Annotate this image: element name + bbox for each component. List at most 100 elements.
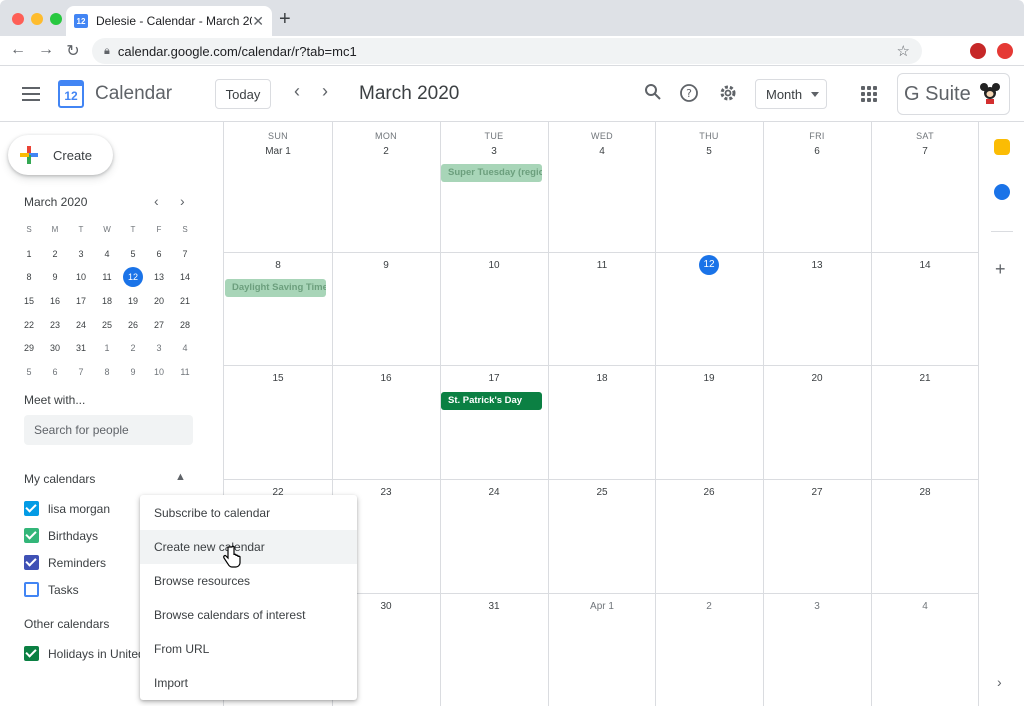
day-number[interactable]: 2 <box>332 146 440 157</box>
close-window-button[interactable] <box>12 13 24 25</box>
checkbox-icon[interactable] <box>24 555 39 570</box>
mini-day[interactable]: 4 <box>94 249 120 259</box>
other-calendars-title[interactable]: Other calendars <box>24 617 109 631</box>
avatar[interactable] <box>979 82 1001 106</box>
mini-day[interactable]: 18 <box>94 296 120 306</box>
calendar-item[interactable]: Birthdays <box>24 528 98 543</box>
checkbox-icon[interactable] <box>24 501 39 516</box>
calendar-item[interactable]: lisa morgan <box>24 501 110 516</box>
menu-item[interactable]: From URL <box>140 632 357 666</box>
mini-day[interactable]: 3 <box>68 249 94 259</box>
chevron-right-icon[interactable]: › <box>322 81 328 102</box>
reload-icon[interactable]: ↻ <box>63 41 83 61</box>
mini-day[interactable]: 25 <box>94 320 120 330</box>
my-calendars-title[interactable]: My calendars <box>24 472 95 486</box>
day-number[interactable]: 17 <box>440 373 548 384</box>
mickey-extension-icon[interactable] <box>970 43 986 59</box>
day-number[interactable]: 28 <box>871 487 979 498</box>
mini-day[interactable]: 20 <box>146 296 172 306</box>
mini-day[interactable]: 26 <box>120 320 146 330</box>
new-tab-icon[interactable]: + <box>279 8 291 31</box>
day-number[interactable]: 4 <box>871 601 979 612</box>
day-number[interactable]: 24 <box>440 487 548 498</box>
menu-icon[interactable] <box>22 87 40 101</box>
today-button[interactable]: Today <box>215 79 271 109</box>
chevron-left-icon[interactable]: ‹ <box>294 81 300 102</box>
mini-day[interactable]: 1 <box>16 249 42 259</box>
add-addon-icon[interactable]: + <box>995 259 1006 280</box>
mini-day[interactable]: 9 <box>120 367 146 377</box>
maximize-window-button[interactable] <box>50 13 62 25</box>
day-number[interactable]: 8 <box>224 260 332 271</box>
event-chip[interactable]: Daylight Saving Time starts <box>225 279 326 297</box>
day-number[interactable]: Mar 1 <box>224 146 332 157</box>
checkbox-icon[interactable] <box>24 646 39 661</box>
search-people-input[interactable]: Search for people <box>24 415 193 445</box>
day-number[interactable]: 5 <box>655 146 763 157</box>
mini-next-icon[interactable]: › <box>180 193 185 209</box>
mini-day[interactable]: 7 <box>172 249 198 259</box>
day-number[interactable]: 6 <box>763 146 871 157</box>
mini-day[interactable]: 4 <box>172 343 198 353</box>
menu-item[interactable]: Browse resources <box>140 564 357 598</box>
mini-day[interactable]: 30 <box>42 343 68 353</box>
day-number[interactable]: 3 <box>763 601 871 612</box>
mini-day[interactable]: 17 <box>68 296 94 306</box>
adblock-extension-icon[interactable] <box>997 43 1013 59</box>
mini-day[interactable]: 10 <box>68 272 94 282</box>
today-day-number[interactable]: 12 <box>699 255 719 275</box>
day-number[interactable]: 9 <box>332 260 440 271</box>
day-number[interactable]: 31 <box>440 601 548 612</box>
help-icon[interactable]: ? <box>678 83 700 105</box>
mini-day[interactable]: 3 <box>146 343 172 353</box>
checkbox-icon[interactable] <box>24 582 39 597</box>
checkbox-icon[interactable] <box>24 528 39 543</box>
calendar-item[interactable]: Tasks <box>24 582 79 597</box>
forward-icon[interactable]: → <box>36 41 56 59</box>
mini-day[interactable]: 23 <box>42 320 68 330</box>
mini-day[interactable]: 2 <box>120 343 146 353</box>
day-number[interactable]: 7 <box>871 146 979 157</box>
mini-day[interactable]: 21 <box>172 296 198 306</box>
mini-day[interactable]: 31 <box>68 343 94 353</box>
event-chip[interactable]: St. Patrick's Day <box>441 392 542 410</box>
day-number[interactable]: 18 <box>548 373 656 384</box>
mini-day[interactable]: 8 <box>16 272 42 282</box>
menu-item[interactable]: Import <box>140 666 357 700</box>
day-number[interactable]: 12 <box>655 255 763 275</box>
apps-grid-icon[interactable] <box>861 86 877 102</box>
day-number[interactable]: 20 <box>763 373 871 384</box>
day-number[interactable]: 4 <box>548 146 656 157</box>
calendar-item[interactable]: Reminders <box>24 555 106 570</box>
search-icon[interactable] <box>642 83 664 105</box>
tasks-icon[interactable] <box>994 184 1010 200</box>
day-number[interactable]: 14 <box>871 260 979 271</box>
bookmark-star-icon[interactable]: ☆ <box>897 42 910 60</box>
day-number[interactable]: 25 <box>548 487 656 498</box>
day-number[interactable]: 13 <box>763 260 871 271</box>
day-number[interactable]: 19 <box>655 373 763 384</box>
mini-day[interactable]: 7 <box>68 367 94 377</box>
day-number[interactable]: 3 <box>440 146 548 157</box>
mini-day[interactable]: 5 <box>16 367 42 377</box>
day-number[interactable]: 15 <box>224 373 332 384</box>
create-button[interactable]: Create <box>8 135 113 175</box>
close-tab-icon[interactable]: ✕ <box>252 13 264 30</box>
chevron-up-icon[interactable]: ▲ <box>175 471 186 483</box>
mini-day[interactable]: 28 <box>172 320 198 330</box>
settings-icon[interactable] <box>717 83 739 105</box>
mini-today-day[interactable]: 12 <box>123 267 143 288</box>
mini-day[interactable]: 11 <box>172 367 198 377</box>
menu-item[interactable]: Create new calendar <box>140 530 357 564</box>
day-number[interactable]: 11 <box>548 260 656 271</box>
browser-tab[interactable]: 12 Delesie - Calendar - March 2020 ✕ <box>66 6 272 36</box>
address-bar[interactable]: 🔒︎ calendar.google.com/calendar/r?tab=mc… <box>92 38 922 64</box>
menu-item[interactable]: Subscribe to calendar <box>140 496 357 530</box>
mini-day[interactable]: 13 <box>146 272 172 282</box>
mini-prev-icon[interactable]: ‹ <box>154 193 159 209</box>
minimize-window-button[interactable] <box>31 13 43 25</box>
day-number[interactable]: 27 <box>763 487 871 498</box>
day-number[interactable]: 21 <box>871 373 979 384</box>
mini-day[interactable]: 5 <box>120 249 146 259</box>
keep-icon[interactable] <box>994 139 1010 155</box>
